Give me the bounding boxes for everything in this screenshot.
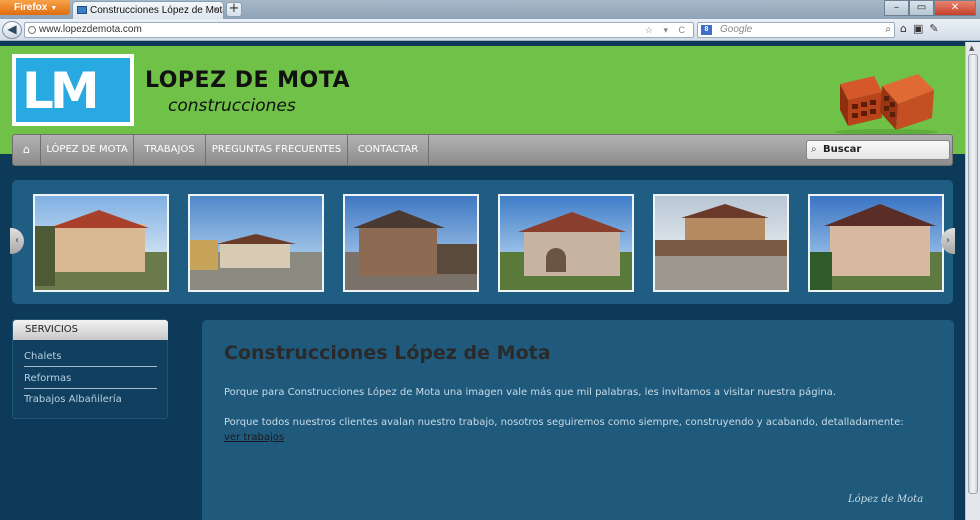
home-icon[interactable]: ⌂ [900, 22, 907, 35]
sidebar-item-reformas[interactable]: Reformas [24, 370, 157, 390]
gallery-photo-3[interactable] [343, 194, 479, 292]
site-search-input[interactable]: ⌕ Buscar [806, 140, 950, 160]
main-navigation: ⌂ LÓPEZ DE MOTA TRABAJOS PREGUNTAS FRECU… [12, 134, 953, 166]
clients-paragraph: Porque todos nuestros clientes avalan nu… [224, 415, 914, 445]
web-page: LM LOPEZ DE MOTA construcciones ⌂ LÓPEZ … [0, 42, 965, 520]
sidebar-divider [24, 388, 157, 389]
browser-navbar: ◀ www.lopezdemota.com ☆ ▾ C 8 Google ⌕ ⌂… [0, 19, 980, 41]
gallery-photo-5[interactable] [653, 194, 789, 292]
signature: López de Mota [848, 494, 924, 505]
home-icon[interactable]: ⌂ [13, 135, 41, 165]
gallery-photo-2[interactable] [188, 194, 324, 292]
sidebar-divider [24, 366, 157, 367]
close-window-button[interactable]: ✕ [934, 0, 976, 16]
chevron-down-icon: ▼ [50, 5, 58, 12]
gallery-photo-6[interactable] [808, 194, 944, 292]
tab-title: Construcciones López de Mota ... [90, 5, 223, 16]
main-content-panel: Construcciones López de Mota Porque para… [202, 320, 954, 520]
nav-item-trabajos[interactable]: TRABAJOS [134, 135, 206, 165]
firefox-menu-button[interactable]: Firefox ▼ [0, 0, 70, 15]
site-favicon-icon [77, 6, 87, 14]
gallery-photo-4[interactable] [498, 194, 634, 292]
site-search-label: Buscar [823, 144, 862, 155]
browser-titlebar: Firefox▼ Construcciones López de Mota ..… [0, 0, 980, 19]
nav-item-preguntas-frecuentes[interactable]: PREGUNTAS FRECUENTES [206, 135, 348, 165]
carousel-prev-arrow-icon[interactable]: ‹ [10, 228, 24, 254]
nav-item-lopez-de-mota[interactable]: LÓPEZ DE MOTA [41, 135, 134, 165]
intro-paragraph: Porque para Construcciones López de Mota… [224, 387, 836, 398]
sidebar-item-trabajos-albanileria[interactable]: Trabajos Albañilería [24, 391, 157, 411]
nav-item-contactar[interactable]: CONTACTAR [348, 135, 429, 165]
services-sidebar: SERVICIOS Chalets Reformas Trabajos Alba… [12, 319, 168, 419]
addons-icon[interactable]: ✎ [929, 22, 938, 35]
page-title: Construcciones López de Mota [224, 342, 551, 364]
browser-search-input[interactable]: 8 Google ⌕ [697, 22, 895, 38]
scrollbar-thumb[interactable] [968, 54, 978, 494]
window-controls: – ▭ ✕ [884, 0, 976, 16]
new-tab-button[interactable]: + [226, 2, 242, 17]
search-icon[interactable]: ⌕ [885, 23, 891, 37]
url-text: www.lopezdemota.com [39, 24, 142, 35]
gallery-photo-1[interactable] [33, 194, 169, 292]
maximize-button[interactable]: ▭ [909, 0, 934, 16]
address-bar[interactable]: www.lopezdemota.com ☆ ▾ C [24, 22, 694, 38]
browser-toolbar-icons: ⌂ ▣ ✎ [900, 22, 939, 35]
site-logo[interactable]: LM [12, 54, 134, 126]
scroll-up-icon[interactable]: ▲ [969, 44, 974, 52]
globe-icon [28, 26, 36, 34]
bookmark-star-icon[interactable]: ☆ ▾ C [645, 23, 689, 37]
back-arrow-icon[interactable]: ◀ [2, 21, 22, 39]
search-placeholder: Google [720, 24, 753, 35]
clients-paragraph-text: Porque todos nuestros clientes avalan nu… [224, 417, 904, 428]
sidebar-title: SERVICIOS [13, 320, 168, 340]
browser-tab[interactable]: Construcciones López de Mota ... × [72, 1, 224, 19]
brand-subtitle: construcciones [168, 96, 296, 116]
search-icon: ⌕ [811, 144, 817, 155]
brand-title: LOPEZ DE MOTA [145, 68, 351, 93]
bricks-illustration [834, 74, 938, 135]
sidebar-item-chalets[interactable]: Chalets [24, 348, 157, 368]
minimize-button[interactable]: – [884, 0, 909, 16]
ver-trabajos-link[interactable]: ver trabajos [224, 432, 284, 443]
vertical-scrollbar[interactable]: ▲ [965, 42, 980, 520]
logo-lettering: LM [22, 62, 100, 120]
google-engine-icon[interactable]: 8 [701, 25, 712, 35]
photo-carousel: ‹ › [10, 180, 955, 304]
bookmarks-icon[interactable]: ▣ [913, 22, 923, 35]
firefox-menu-label: Firefox [14, 2, 48, 13]
close-tab-icon[interactable]: × [213, 2, 219, 19]
